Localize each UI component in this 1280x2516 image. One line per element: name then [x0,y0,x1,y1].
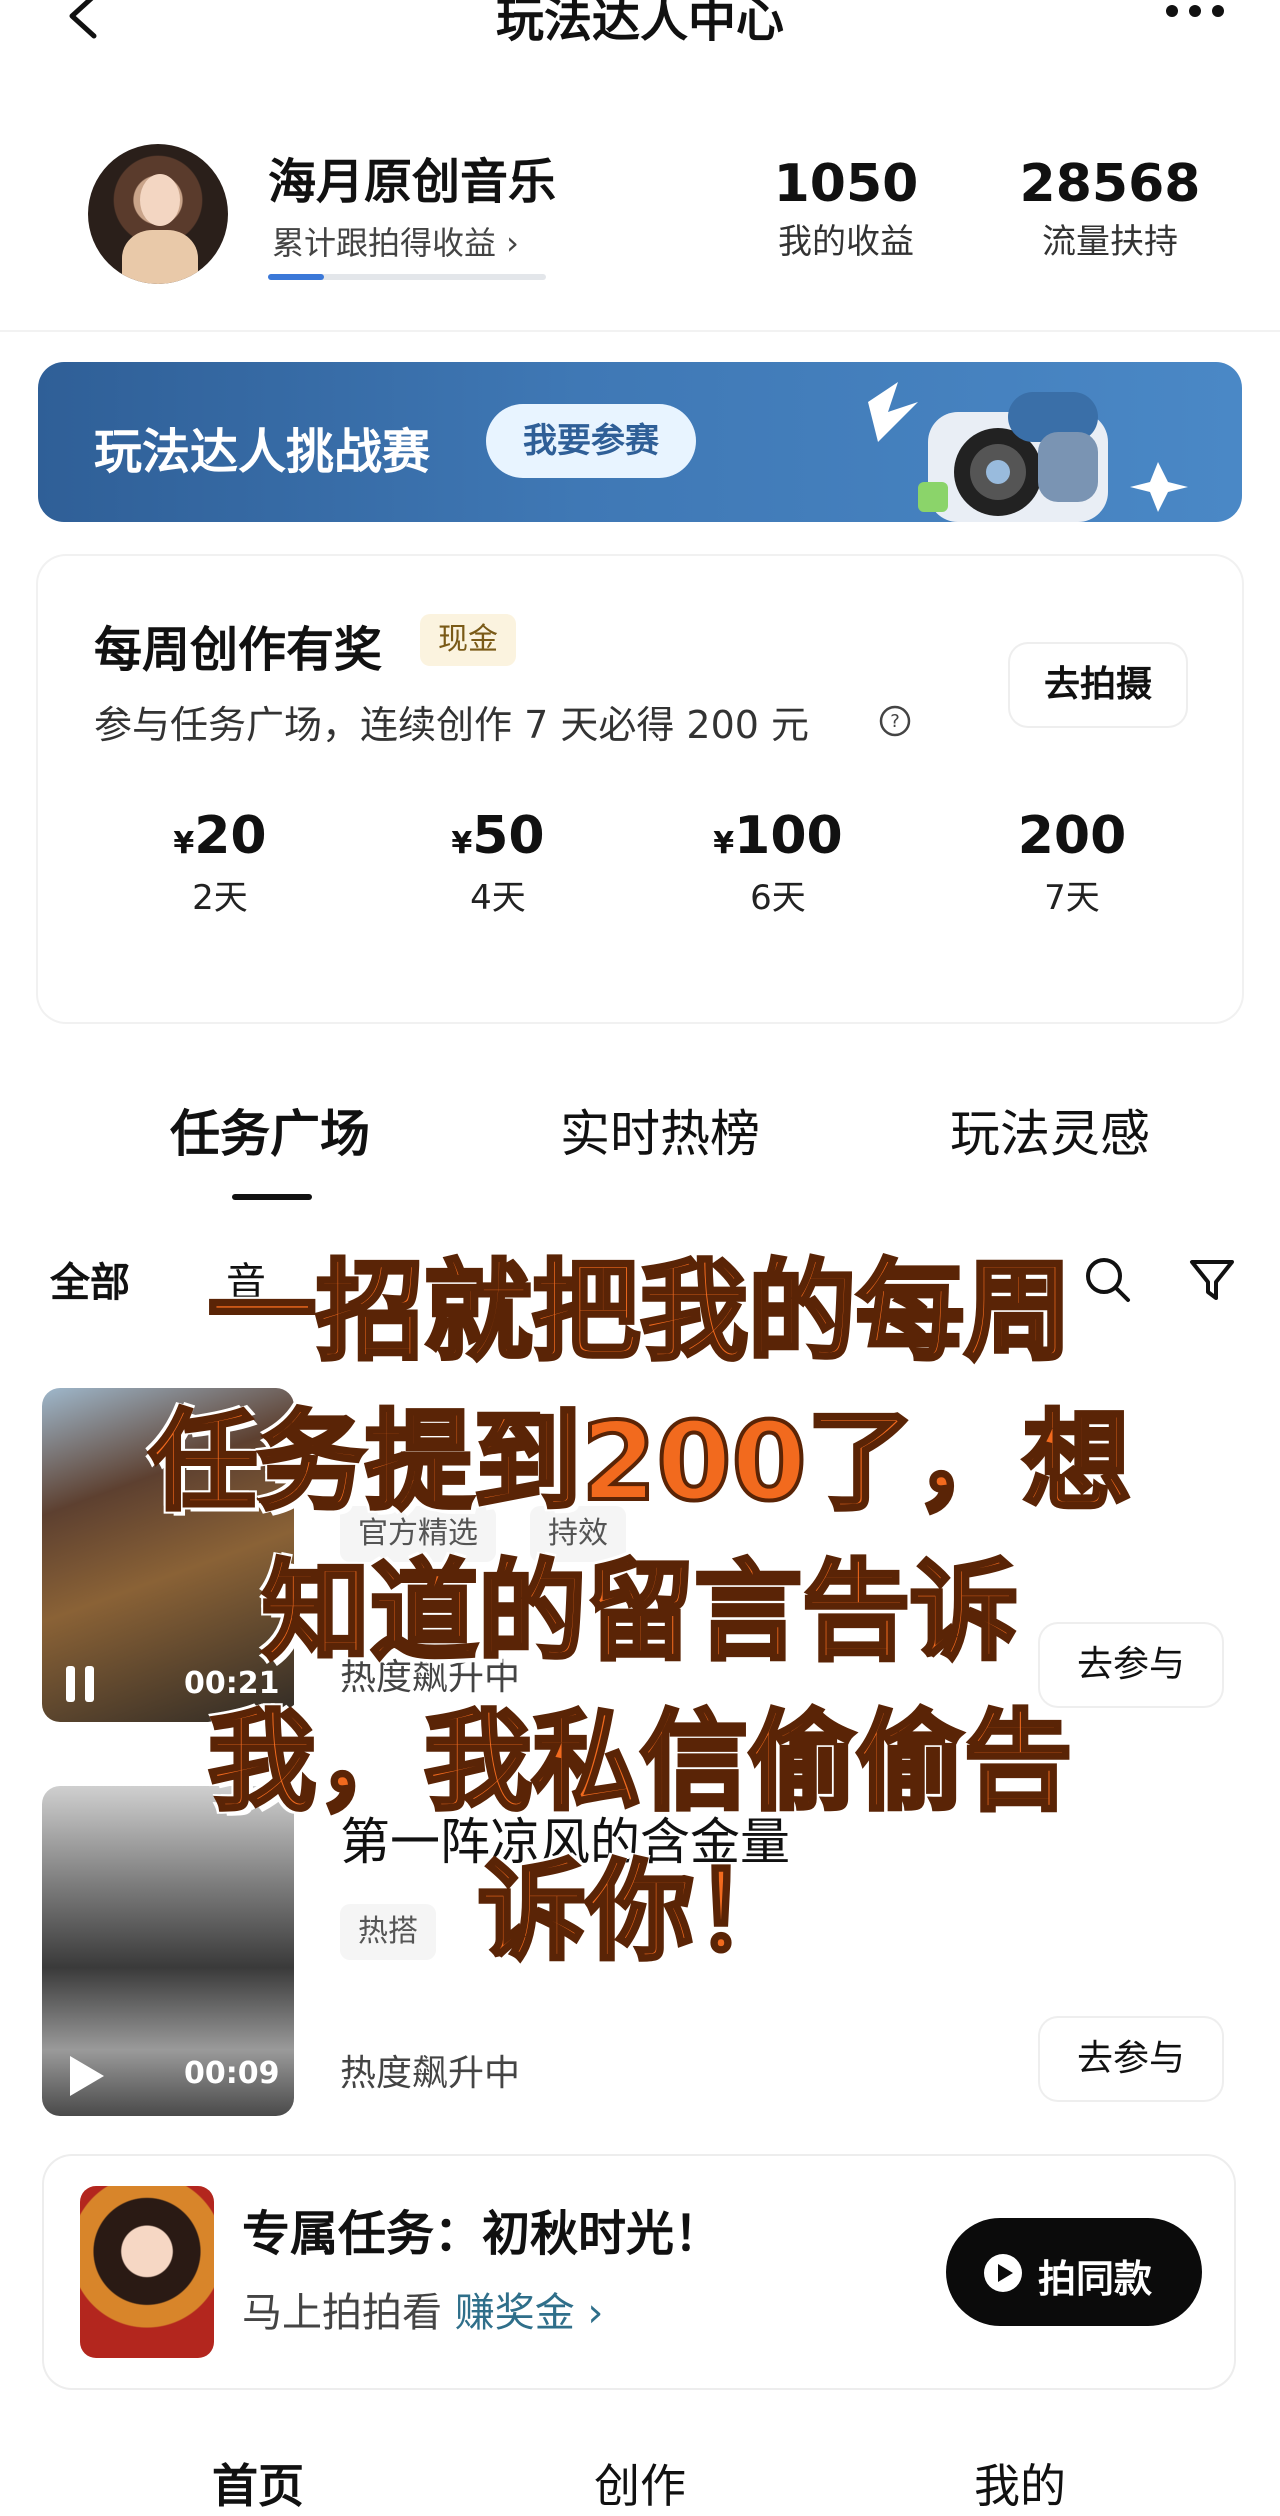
more-options-icon[interactable] [1160,0,1230,26]
tab-task-square[interactable]: 任务广场 [100,1094,440,1166]
cash-badge: 现金 [420,614,516,666]
overlay-line: 我，我私信偷偷告 [206,1698,1074,1827]
exclusive-task-subtitle: 马上拍拍看 赚奖金 › [242,2280,603,2338]
reward-amount: 100 [734,806,843,866]
reward-days: 2天 [192,878,248,918]
bottom-navigation: 首页 创作 我的 [0,2420,1280,2513]
nav-create[interactable]: 创作 [540,2450,740,2516]
exclusive-task-card[interactable]: 专属任务：初秋时光！ 马上拍拍看 赚奖金 › 拍同款 [44,2156,1234,2388]
reward-tier: ¥50 4天 [398,806,598,919]
hot-status: 热度飙升中 [340,2053,521,2094]
reward-days: 7天 [1044,878,1100,918]
earn-bonus-link[interactable]: 赚奖金 › [455,2290,604,2336]
stat-value: 28568 [1019,154,1201,214]
reward-tier: ¥20 2天 [120,806,320,919]
currency-symbol: ¥ [451,826,473,861]
exclusive-sub-text: 马上拍拍看 [242,2290,442,2336]
earnings-progress-bar [268,274,546,280]
reward-amount: 20 [194,806,267,866]
progress-fill [268,274,324,280]
overlay-line: 诉你！ [476,1848,804,1977]
join-challenge-button[interactable]: 我要参赛 [486,404,696,478]
nav-home[interactable]: 首页 [158,2450,358,2516]
stat-value: 1050 [773,154,919,214]
join-task-button[interactable]: 去参与 [1040,2018,1222,2100]
exclusive-task-image [80,2186,214,2358]
weekly-reward-card: 每周创作有奖 现金 参与任务广场，连续创作 7 天必得 200 元 ? 去拍摄 … [38,556,1242,1022]
shoot-same-button[interactable]: 拍同款 [946,2218,1202,2326]
page-title: 玩法达人中心 [495,0,784,48]
weekly-description: 参与任务广场，连续创作 7 天必得 200 元 [94,703,810,747]
overlay-line: 一招就把我的每周 [206,1248,1074,1377]
tab-realtime-hot[interactable]: 实时热榜 [490,1094,830,1166]
stat-label: 我的收益 [778,222,914,262]
top-bar: 玩法达人中心 [0,0,1280,60]
reward-amount: 200 [1017,806,1127,866]
overlay-caption: 一招就把我的每周 任务提到200了，想 知道的留言告诉 我，我私信偷偷告 诉你！ [40,1238,1240,1988]
reward-tier: ¥100 6天 [678,806,878,919]
banner-title: 玩法达人挑战赛 [94,424,431,480]
stat-traffic[interactable]: 28568 流量扶持 [990,154,1230,263]
avatar[interactable] [88,144,228,284]
play-icon[interactable] [66,2054,106,2098]
svg-text:?: ? [890,711,900,732]
camera-mascot-icon [868,382,1188,522]
earnings-link[interactable]: 累计跟拍得收益 › [272,218,519,264]
info-icon[interactable]: ? [878,704,912,738]
camera-shutter-icon [984,2254,1022,2292]
reward-tier: 200 7天 [972,806,1172,919]
tab-inspiration[interactable]: 玩法灵感 [880,1094,1220,1166]
nav-me[interactable]: 我的 [920,2450,1120,2516]
overlay-line: 任务提到200了，想 [147,1398,1132,1527]
challenge-banner[interactable]: 玩法达人挑战赛 我要参赛 [38,362,1242,522]
profile-name: 海月原创音乐 [268,154,557,210]
video-duration: 00:09 [184,2056,280,2091]
go-shoot-button[interactable]: 去拍摄 [1010,644,1186,726]
tab-bar: 任务广场 实时热榜 玩法灵感 [0,1054,1280,1204]
stat-earnings[interactable]: 1050 我的收益 [726,154,966,263]
currency-symbol: ¥ [713,826,735,861]
currency-symbol: ¥ [173,826,195,861]
active-tab-indicator [232,1194,312,1200]
stat-label: 流量扶持 [1042,222,1178,262]
profile-section: 海月原创音乐 累计跟拍得收益 › 1050 我的收益 28568 流量扶持 [0,100,1280,332]
overlay-line: 知道的留言告诉 [260,1548,1020,1677]
reward-days: 6天 [750,878,806,918]
reward-amount: 50 [472,806,545,866]
weekly-title: 每周创作有奖 [94,622,383,678]
shoot-same-label: 拍同款 [1038,2257,1153,2301]
exclusive-task-title: 专属任务：初秋时光！ [242,2206,723,2262]
reward-days: 4天 [470,878,526,918]
